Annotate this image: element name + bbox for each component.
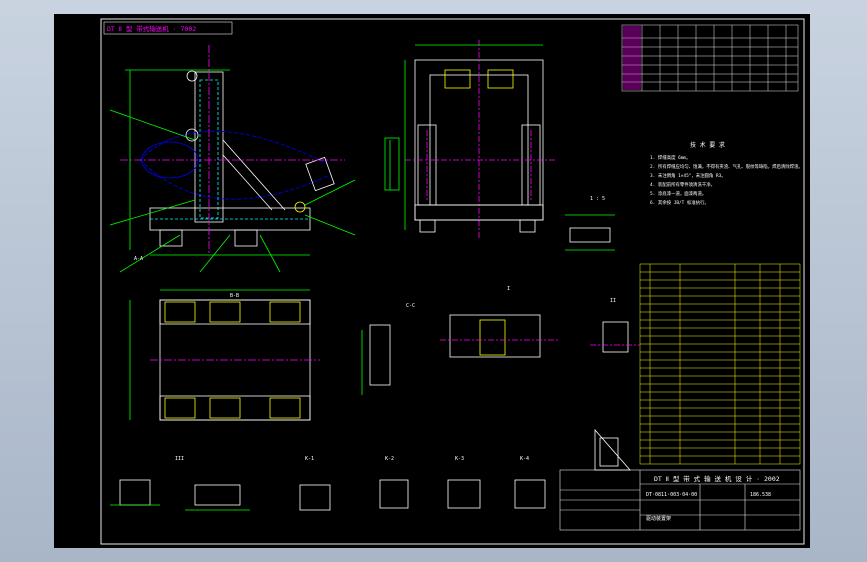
plan-view-label: B-B — [230, 293, 239, 299]
scale-label: 1 : 5 — [590, 196, 605, 202]
section-k3-label: K-3 — [455, 456, 464, 462]
tech-line-2: 2. 所有焊缝应均匀、饱满，不得有夹渣、气孔、裂纹等缺陷，焊后清除焊渣。 — [650, 163, 803, 170]
title-weight: 186.538 — [750, 492, 771, 498]
tech-requirements-title: 技 术 要 求 — [690, 141, 725, 149]
detail-k — [565, 214, 615, 251]
parts-list — [639, 263, 801, 465]
tech-line-5: 5. 涂底漆一道，面漆两道。 — [650, 190, 706, 197]
title-part-name: 驱动装置架 — [646, 515, 671, 522]
drawing-frame — [100, 18, 805, 545]
section-k4-label: K-4 — [520, 456, 529, 462]
main-view-caption: A-A — [134, 256, 143, 262]
tech-line-3: 3. 未注倒角 1×45°，未注圆角 R3。 — [650, 172, 726, 179]
tech-line-4: 4. 装配前所有零件须清洗干净。 — [650, 181, 715, 188]
tech-line-6: 6. 其余按 JB/T 标准执行。 — [650, 199, 709, 206]
bottom-details — [110, 479, 546, 511]
plan-view — [129, 289, 320, 421]
title-project: DT Ⅱ 型 带 式 输 送 机 设 计 · 2002 — [654, 474, 780, 483]
header-banner: DT Ⅱ 型 带式输送机 · 7002 — [103, 21, 233, 35]
section-ii-label: II — [610, 298, 616, 304]
section-iii-label: III — [175, 456, 184, 462]
front-view — [384, 40, 555, 240]
tech-line-1: 1. 焊缝高度 6mm。 — [650, 154, 690, 161]
section-k1-label: K-1 — [305, 456, 314, 462]
header-banner-text: DT Ⅱ 型 带式输送机 · 7002 — [107, 24, 196, 33]
section-c-label: C-C — [406, 303, 415, 309]
tech-requirements: 技 术 要 求 1. 焊缝高度 6mm。 2. 所有焊缝应均匀、饱满，不得有夹渣… — [650, 141, 803, 206]
cad-drawing: DT Ⅱ 型 带式输送机 · 7002 技 术 要 求 1. 焊缝高度 6mm。… — [100, 18, 805, 545]
section-k2-label: K-2 — [385, 456, 394, 462]
spec-table — [621, 24, 799, 92]
main-side-view — [109, 45, 356, 273]
title-drawing-no: DT·0811·003·04·00 — [646, 492, 697, 498]
section-views — [361, 314, 640, 471]
section-i-label: I — [507, 286, 510, 292]
